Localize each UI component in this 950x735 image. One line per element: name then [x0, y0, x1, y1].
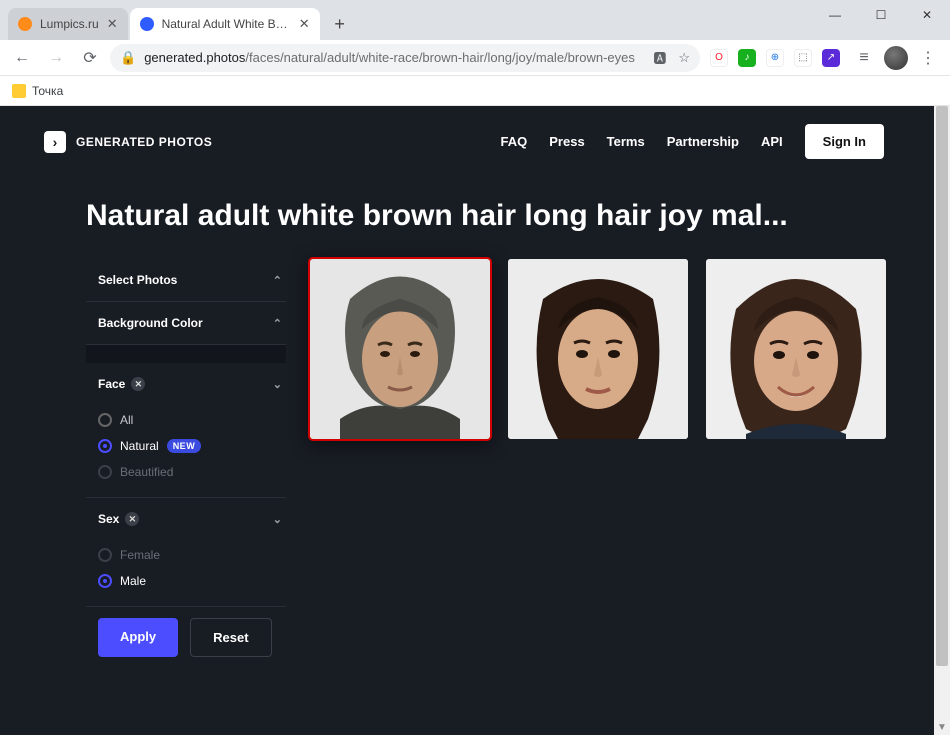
profile-avatar[interactable] — [884, 46, 908, 70]
reload-button[interactable]: ⟳ — [76, 44, 104, 72]
generated-face-icon — [310, 259, 490, 439]
clear-filter-icon[interactable]: ✕ — [131, 377, 145, 391]
cube-ext-icon[interactable]: ⬚ — [794, 49, 812, 67]
nav-partnership[interactable]: Partnership — [667, 134, 739, 149]
favicon-generated — [140, 17, 154, 31]
filter-head-face[interactable]: Face ✕ ⌄ — [86, 363, 286, 405]
star-icon[interactable]: ☆ — [678, 50, 690, 66]
section-select-photos[interactable]: Select Photos ⌃ — [86, 259, 286, 302]
close-icon[interactable]: ✕ — [107, 16, 118, 32]
option-face-natural[interactable]: Natural NEW — [98, 433, 286, 459]
close-icon[interactable]: ✕ — [299, 16, 310, 32]
option-label: All — [120, 413, 133, 427]
filter-buttons: Apply Reset — [86, 600, 272, 657]
reset-button[interactable]: Reset — [190, 618, 271, 657]
translate-icon[interactable]: 🅰 — [653, 48, 666, 67]
reading-list-icon[interactable]: ≡ — [850, 44, 878, 72]
new-tab-button[interactable]: + — [326, 10, 354, 38]
browser-toolbar: ← → ⟳ 🔒 generated.photos/faces/natural/a… — [0, 40, 950, 76]
favicon-lumpics — [18, 17, 32, 31]
page-viewport: ▲ ▼ › GENERATED PHOTOS FAQ Press Terms P… — [0, 106, 950, 735]
section-label: Background Color — [98, 316, 203, 330]
extensions-area: O ♪ ⊕ ⬚ ↗ — [706, 49, 844, 67]
scroll-down-arrow[interactable]: ▼ — [934, 719, 950, 735]
site-logo[interactable]: › GENERATED PHOTOS — [44, 131, 212, 153]
browser-tab-inactive[interactable]: Lumpics.ru ✕ — [8, 8, 128, 40]
result-photo-3[interactable] — [706, 259, 886, 439]
option-sex-female[interactable]: Female — [98, 542, 286, 568]
maximize-button[interactable]: ☐ — [858, 0, 904, 30]
tab-title: Natural Adult White Brown Hair — [162, 17, 291, 31]
filter-sidebar: Select Photos ⌃ Background Color ⌃ Face — [86, 259, 286, 667]
apply-button[interactable]: Apply — [98, 618, 178, 657]
site-nav: FAQ Press Terms Partnership API Sign In — [501, 124, 884, 159]
scrollbar-thumb[interactable] — [936, 106, 948, 666]
bookmark-item[interactable]: Точка — [32, 84, 63, 98]
back-button[interactable]: ← — [8, 44, 36, 72]
option-sex-male[interactable]: Male — [98, 568, 286, 594]
browser-titlebar: Lumpics.ru ✕ Natural Adult White Brown H… — [0, 0, 950, 40]
generated-face-icon — [508, 259, 688, 439]
chevron-up-icon: ⌃ — [273, 274, 282, 287]
filter-label: Face — [98, 377, 125, 391]
option-label: Female — [120, 548, 160, 562]
opera-ext-icon[interactable]: O — [710, 49, 728, 67]
generated-face-icon — [706, 259, 886, 439]
section-background-color[interactable]: Background Color ⌃ — [86, 302, 286, 345]
vertical-scrollbar[interactable]: ▲ ▼ — [934, 106, 950, 735]
section-label: Select Photos — [98, 273, 177, 287]
radio-icon — [98, 413, 112, 427]
window-buttons: — ☐ ✕ — [812, 0, 950, 30]
radio-icon — [98, 439, 112, 453]
clear-filter-icon[interactable]: ✕ — [125, 512, 139, 526]
logo-mark-icon: › — [44, 131, 66, 153]
bookmarks-bar: Точка — [0, 76, 950, 106]
filter-face: Face ✕ ⌄ All Natural NEW — [86, 363, 286, 498]
forward-button[interactable]: → — [42, 44, 70, 72]
globe-ext-icon[interactable]: ⊕ — [766, 49, 784, 67]
url-text: generated.photos/faces/natural/adult/whi… — [144, 50, 645, 65]
address-bar[interactable]: 🔒 generated.photos/faces/natural/adult/w… — [110, 44, 700, 72]
nav-api[interactable]: API — [761, 134, 783, 149]
nav-press[interactable]: Press — [549, 134, 584, 149]
lock-icon: 🔒 — [120, 50, 136, 66]
kebab-menu-icon[interactable]: ⋮ — [914, 44, 942, 72]
option-face-all[interactable]: All — [98, 407, 286, 433]
logo-text: GENERATED PHOTOS — [76, 135, 212, 149]
chevron-down-icon: ⌄ — [273, 378, 282, 391]
chevron-down-icon: ⌄ — [273, 513, 282, 526]
filter-label: Sex — [98, 512, 119, 526]
green-ext-icon[interactable]: ♪ — [738, 49, 756, 67]
sign-in-button[interactable]: Sign In — [805, 124, 884, 159]
results-grid — [310, 259, 886, 667]
bookmark-folder-icon — [12, 84, 26, 98]
site-header: › GENERATED PHOTOS FAQ Press Terms Partn… — [0, 106, 934, 177]
page-title: Natural adult white brown hair long hair… — [0, 177, 934, 259]
option-label: Beautified — [120, 465, 173, 479]
section-divider — [86, 345, 286, 363]
result-photo-1[interactable] — [310, 259, 490, 439]
minimize-button[interactable]: — — [812, 0, 858, 30]
option-face-beautified[interactable]: Beautified — [98, 459, 286, 485]
radio-icon — [98, 574, 112, 588]
nav-faq[interactable]: FAQ — [501, 134, 528, 149]
option-label: Natural — [120, 439, 159, 453]
result-photo-2[interactable] — [508, 259, 688, 439]
filter-sex: Sex ✕ ⌄ Female Male — [86, 498, 286, 607]
tab-title: Lumpics.ru — [40, 17, 99, 31]
option-label: Male — [120, 574, 146, 588]
radio-icon — [98, 465, 112, 479]
purple-ext-icon[interactable]: ↗ — [822, 49, 840, 67]
chevron-up-icon: ⌃ — [273, 317, 282, 330]
close-window-button[interactable]: ✕ — [904, 0, 950, 30]
radio-icon — [98, 548, 112, 562]
browser-tab-active[interactable]: Natural Adult White Brown Hair ✕ — [130, 8, 320, 40]
nav-terms[interactable]: Terms — [607, 134, 645, 149]
new-badge: NEW — [167, 439, 202, 453]
filter-head-sex[interactable]: Sex ✕ ⌄ — [86, 498, 286, 540]
